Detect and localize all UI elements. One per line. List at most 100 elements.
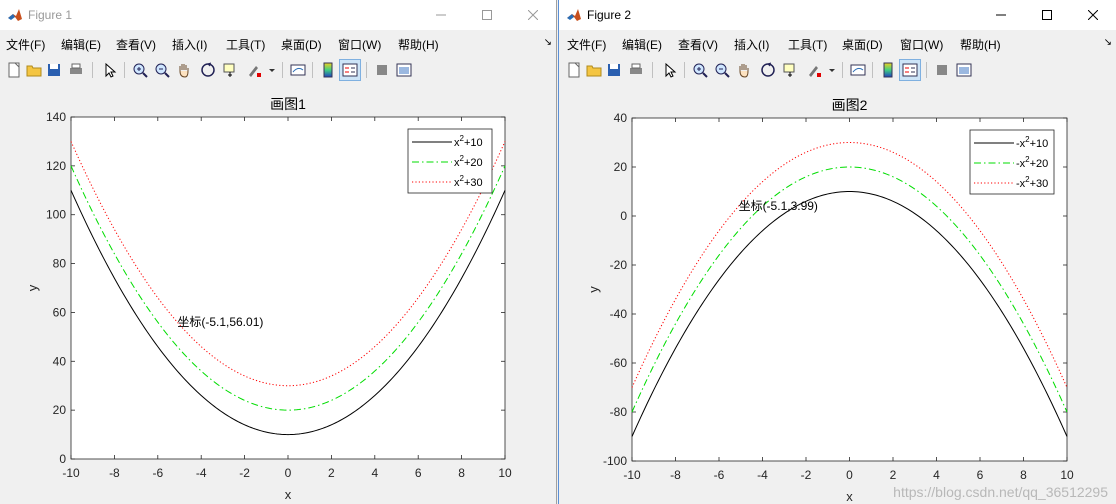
menu-edit[interactable]: 编辑(E) <box>61 36 101 53</box>
legend-button[interactable] <box>899 59 921 81</box>
dock-button[interactable] <box>394 60 414 80</box>
menu-file[interactable]: 文件(F) <box>6 36 45 53</box>
brush-dropdown[interactable] <box>826 60 836 80</box>
hide-tools-icon <box>377 65 387 75</box>
x-tick-label: 8 <box>1020 468 1027 482</box>
edit-plot-button[interactable] <box>660 60 680 80</box>
x-tick-label: -10 <box>62 466 80 480</box>
menu-tools[interactable]: 工具(T) <box>788 36 827 53</box>
x-tick-label: -8 <box>109 466 120 480</box>
toolbar-separator <box>124 62 125 78</box>
print-button[interactable] <box>626 60 646 80</box>
menu-insert[interactable]: 插入(I) <box>734 36 769 53</box>
maximize-icon <box>482 10 492 20</box>
save-button[interactable] <box>44 60 64 80</box>
colorbar-icon <box>323 62 333 78</box>
minimize-button[interactable] <box>418 0 464 30</box>
x-tick-label: -4 <box>196 466 207 480</box>
save-icon <box>608 64 620 76</box>
open-folder-icon <box>26 65 42 77</box>
pan-hand-button[interactable] <box>734 60 754 80</box>
brush-button[interactable] <box>804 60 824 80</box>
menu-overflow-icon[interactable]: ↘ <box>544 37 552 48</box>
pan-hand-button[interactable] <box>174 60 194 80</box>
matlab-logo-icon <box>7 7 23 23</box>
brush-icon <box>809 66 821 77</box>
hide-tools-button[interactable] <box>372 60 392 80</box>
zoom-in-button[interactable] <box>130 60 150 80</box>
zoom-in-button[interactable] <box>690 60 710 80</box>
link-plot-button[interactable] <box>288 60 308 80</box>
menu-desktop[interactable]: 桌面(D) <box>281 36 322 53</box>
close-button[interactable] <box>510 0 556 30</box>
maximize-icon <box>1042 10 1052 20</box>
open-folder-button[interactable] <box>584 60 604 80</box>
menu-window[interactable]: 窗口(W) <box>338 36 381 53</box>
chevron-down-icon <box>829 69 835 72</box>
rotate-3d-icon <box>761 62 775 77</box>
menu-help[interactable]: 帮助(H) <box>398 36 439 53</box>
new-file-button[interactable] <box>564 60 584 80</box>
x-axis-label: x <box>846 489 853 504</box>
y-tick-label: -20 <box>610 258 628 272</box>
print-icon <box>630 63 642 74</box>
print-button[interactable] <box>66 60 86 80</box>
rotate-3d-button[interactable] <box>198 60 218 80</box>
legend-button[interactable] <box>339 59 361 81</box>
hide-tools-button[interactable] <box>932 60 952 80</box>
legend[interactable]: x2+10 x2+20 x2+30 <box>407 128 493 194</box>
menu-view[interactable]: 查看(V) <box>116 36 156 53</box>
minimize-button[interactable] <box>978 0 1024 30</box>
edit-plot-icon <box>105 62 117 78</box>
y-tick-label: -80 <box>610 405 628 419</box>
menu-edit[interactable]: 编辑(E) <box>622 36 662 53</box>
legend-entry: -x2+20 <box>1016 155 1048 170</box>
rotate-3d-button[interactable] <box>758 60 778 80</box>
open-folder-button[interactable] <box>24 60 44 80</box>
brush-dropdown[interactable] <box>266 60 276 80</box>
colorbar-button[interactable] <box>318 60 338 80</box>
y-tick-label: 0 <box>620 209 627 223</box>
title-bar[interactable]: Figure 1 <box>0 0 556 30</box>
maximize-button[interactable] <box>464 0 510 30</box>
close-button[interactable] <box>1070 0 1116 30</box>
window-title: Figure 2 <box>587 8 632 22</box>
menu-tools[interactable]: 工具(T) <box>226 36 265 53</box>
pan-hand-icon <box>179 64 189 78</box>
figure-1-window: Figure 1 文件(F) 编辑(E) 查看(V) 插入(I) 工具(T) 桌… <box>0 0 557 504</box>
menu-overflow-icon[interactable]: ↘ <box>1104 37 1112 48</box>
legend[interactable]: -x2+10 -x2+20 -x2+30 <box>969 129 1055 195</box>
x-tick-label: -8 <box>670 468 681 482</box>
pan-hand-icon <box>739 64 749 78</box>
y-tick-label: 40 <box>614 111 628 125</box>
link-plot-button[interactable] <box>848 60 868 80</box>
save-button[interactable] <box>604 60 624 80</box>
close-icon <box>1088 10 1098 20</box>
title-bar[interactable]: Figure 2 <box>559 0 1116 30</box>
dock-button[interactable] <box>954 60 974 80</box>
menu-window[interactable]: 窗口(W) <box>900 36 943 53</box>
x-tick-label: -10 <box>623 468 641 482</box>
menu-insert[interactable]: 插入(I) <box>172 36 207 53</box>
new-file-button[interactable] <box>4 60 24 80</box>
menu-view[interactable]: 查看(V) <box>678 36 718 53</box>
toolbar-separator <box>312 62 313 78</box>
menu-desktop[interactable]: 桌面(D) <box>842 36 883 53</box>
legend-entry: x2+10 <box>454 134 483 149</box>
edit-plot-button[interactable] <box>100 60 120 80</box>
figure-2-window: Figure 2 文件(F) 编辑(E) 查看(V) 插入(I) 工具(T) 桌… <box>558 0 1116 504</box>
brush-button[interactable] <box>244 60 264 80</box>
menu-help[interactable]: 帮助(H) <box>960 36 1001 53</box>
menu-file[interactable]: 文件(F) <box>567 36 606 53</box>
data-cursor-button[interactable] <box>780 60 800 80</box>
x-tick-label: 2 <box>890 468 897 482</box>
y-tick-label: 100 <box>46 208 66 222</box>
legend-icon <box>342 63 358 77</box>
data-cursor-button[interactable] <box>220 60 240 80</box>
maximize-button[interactable] <box>1024 0 1070 30</box>
menu-bar: 文件(F) 编辑(E) 查看(V) 插入(I) 工具(T) 桌面(D) 窗口(W… <box>559 31 1116 55</box>
legend-entry: x2+20 <box>454 154 483 169</box>
colorbar-button[interactable] <box>878 60 898 80</box>
zoom-out-button[interactable] <box>712 60 732 80</box>
zoom-out-button[interactable] <box>152 60 172 80</box>
